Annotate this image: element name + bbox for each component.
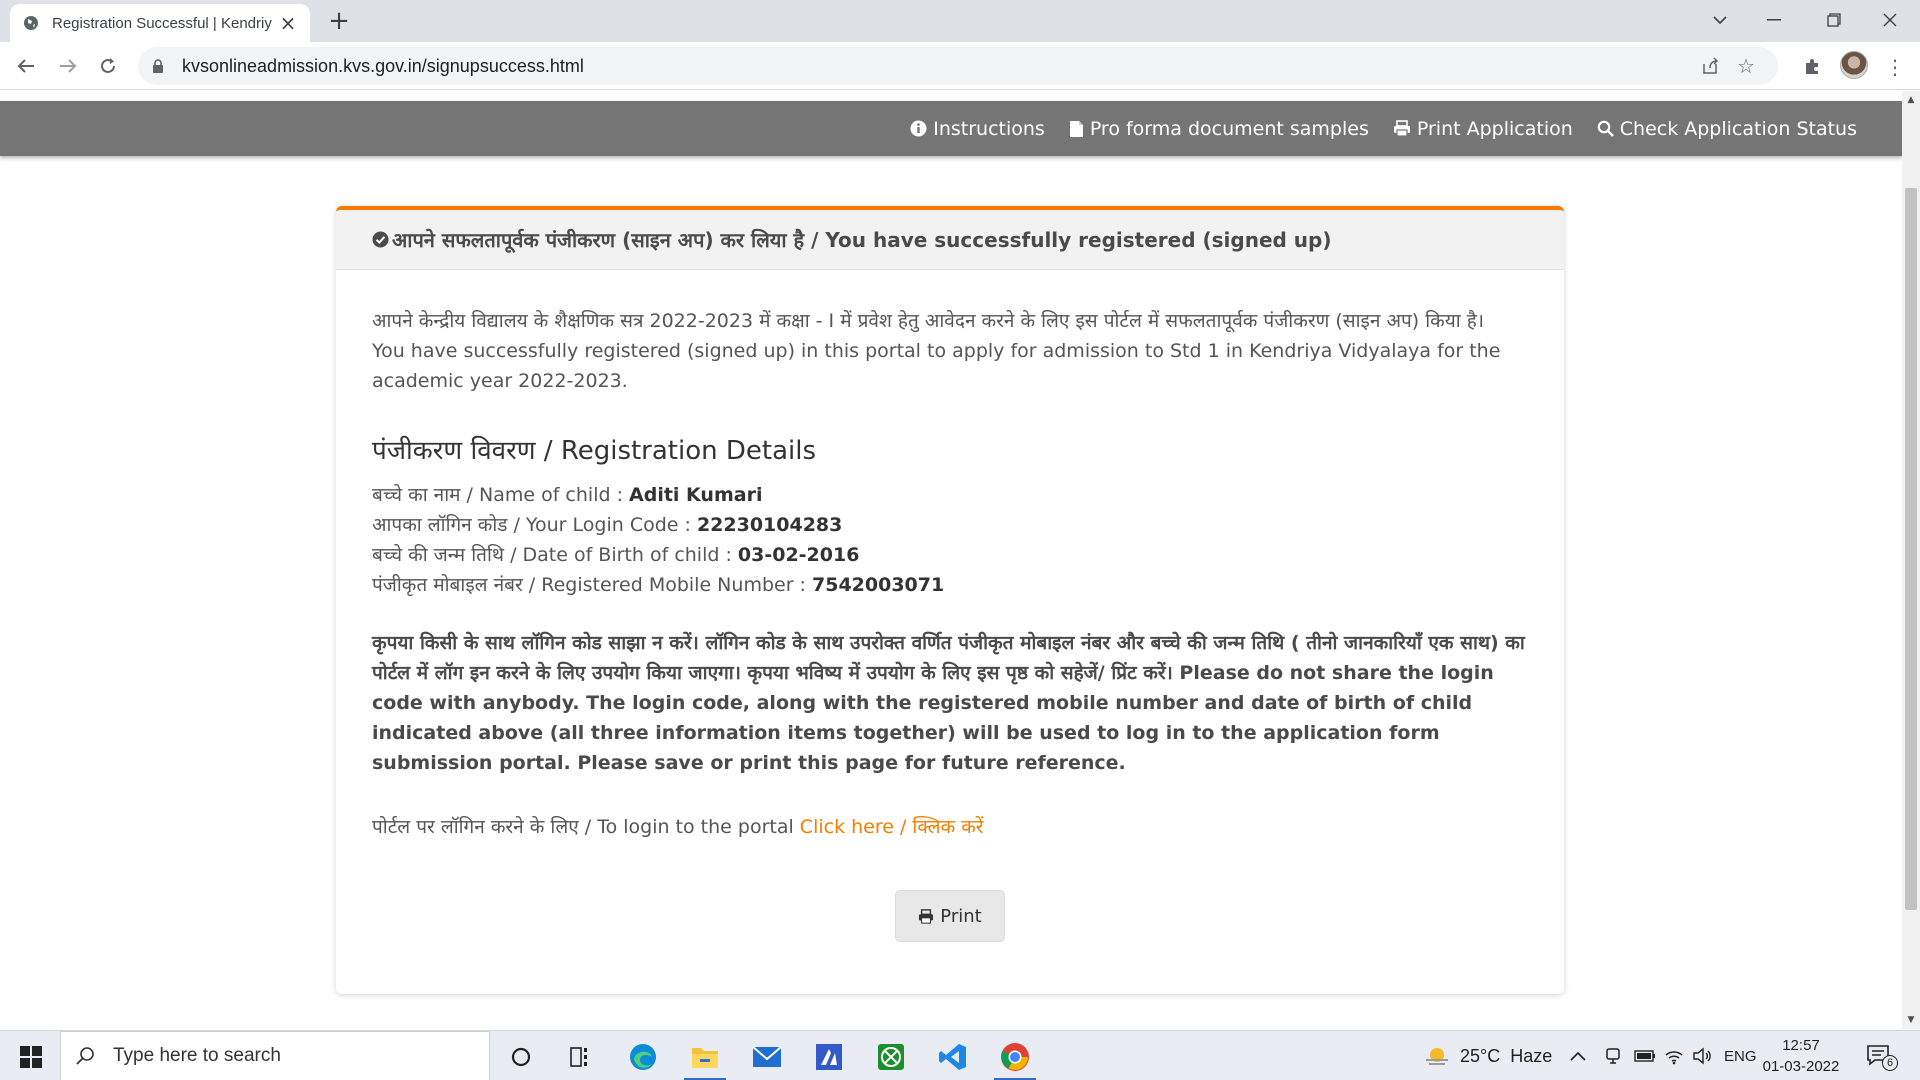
taskbar-search-placeholder: Type here to search	[113, 1045, 281, 1066]
show-hidden-icons-chevron-icon[interactable]	[1570, 1031, 1586, 1080]
detail-label: आपका लॉगिन कोड / Your Login Code :	[372, 514, 697, 536]
print-icon	[1393, 120, 1411, 137]
mail-icon[interactable]	[740, 1035, 794, 1079]
detail-dob: बच्चे की जन्म तिथि / Date of Birth of ch…	[372, 540, 1528, 570]
intro-paragraph: आपने केन्द्रीय विद्यालय के शैक्षणिक सत्र…	[372, 306, 1528, 396]
browser-toolbar: kvsonlineadmission.kvs.gov.in/signupsucc…	[0, 42, 1920, 90]
back-arrow-icon[interactable]	[10, 50, 42, 82]
nav-proforma-label: Pro forma document samples	[1089, 117, 1369, 140]
detail-child-name: बच्चे का नाम / Name of child : Aditi Kum…	[372, 480, 1528, 510]
vscode-icon[interactable]	[926, 1035, 980, 1079]
xbox-icon[interactable]	[864, 1035, 918, 1079]
search-icon	[75, 1044, 99, 1068]
share-icon[interactable]	[1692, 51, 1728, 81]
meet-now-icon[interactable]	[1604, 1031, 1622, 1080]
forward-arrow-icon[interactable]	[52, 50, 84, 82]
nav-check-status[interactable]: Check Application Status	[1597, 118, 1857, 140]
minimize-icon[interactable]	[1746, 0, 1802, 40]
scroll-up-icon[interactable]: ▲	[1902, 91, 1920, 109]
edge-icon[interactable]	[616, 1035, 670, 1079]
profile-avatar[interactable]	[1840, 51, 1868, 79]
site-navbar: Instructions Pro forma document samples …	[0, 101, 1902, 156]
detail-value: 22230104283	[696, 514, 843, 536]
notification-count-badge: 6	[1882, 1055, 1898, 1071]
app-icon[interactable]	[802, 1035, 856, 1079]
nav-check-status-label: Check Application Status	[1619, 117, 1857, 140]
print-button[interactable]: Print	[895, 890, 1005, 942]
search-icon	[1597, 120, 1614, 137]
detail-label: बच्चे की जन्म तिथि / Date of Birth of ch…	[372, 544, 738, 566]
nav-print-label: Print Application	[1416, 117, 1573, 140]
cortana-icon[interactable]	[494, 1035, 548, 1079]
card-body: आपने केन्द्रीय विद्यालय के शैक्षणिक सत्र…	[336, 270, 1564, 842]
page-scrollbar[interactable]: ▲ ▼	[1902, 91, 1920, 1029]
windows-start-icon[interactable]	[8, 1037, 54, 1077]
notification-center-icon[interactable]: 6	[1866, 1031, 1898, 1080]
tab-search-icon[interactable]	[1692, 0, 1748, 40]
language-indicator[interactable]: ENG	[1724, 1031, 1757, 1080]
taskbar-clock[interactable]: 12:57 01-03-2022	[1756, 1035, 1846, 1077]
card-header: आपने सफलतापूर्वक पंजीकरण (साइन अप) कर लि…	[336, 210, 1564, 270]
registration-details-heading: पंजीकरण विवरण / Registration Details	[372, 436, 817, 466]
card-header-title: आपने सफलतापूर्वक पंजीकरण (साइन अप) कर लि…	[392, 228, 1332, 252]
detail-value: 7542003071	[812, 574, 945, 596]
tab-title: Registration Successful | Kendriya	[52, 14, 272, 32]
close-tab-icon[interactable]: ×	[278, 11, 298, 35]
scroll-down-icon[interactable]: ▼	[1902, 1011, 1920, 1029]
registration-success-card: आपने सफलतापूर्वक पंजीकरण (साइन अप) कर लि…	[336, 206, 1564, 994]
url-text[interactable]: kvsonlineadmission.kvs.gov.in/signupsucc…	[182, 56, 1692, 77]
nav-instructions[interactable]: Instructions	[910, 118, 1045, 140]
intro-hindi: आपने केन्द्रीय विद्यालय के शैक्षणिक सत्र…	[372, 310, 1485, 332]
file-explorer-icon[interactable]	[678, 1035, 732, 1080]
battery-icon[interactable]	[1634, 1031, 1656, 1080]
address-bar[interactable]: kvsonlineadmission.kvs.gov.in/signupsucc…	[138, 47, 1778, 85]
detail-value: Aditi Kumari	[629, 484, 763, 506]
scrollbar-thumb[interactable]	[1905, 188, 1917, 910]
weather-widget[interactable]: 25°C Haze	[1424, 1031, 1552, 1080]
detail-mobile: पंजीकृत मोबाइल नंबर / Registered Mobile …	[372, 570, 1528, 600]
volume-icon[interactable]	[1692, 1031, 1712, 1080]
taskbar-search-box[interactable]: Type here to search	[60, 1031, 490, 1080]
print-icon	[918, 908, 934, 924]
task-view-icon[interactable]	[554, 1035, 608, 1079]
weather-text: 25°C Haze	[1460, 1045, 1553, 1066]
wifi-icon[interactable]	[1664, 1031, 1684, 1080]
new-tab-icon[interactable]: +	[324, 6, 354, 36]
print-button-label: Print	[940, 905, 982, 927]
reload-icon[interactable]	[92, 50, 124, 82]
clock-time: 12:57	[1782, 1037, 1820, 1054]
close-window-icon[interactable]	[1862, 0, 1918, 40]
nav-instructions-label: Instructions	[933, 117, 1045, 140]
intro-english: You have successfully registered (signed…	[372, 340, 1501, 392]
browser-tabstrip: Registration Successful | Kendriya × +	[0, 0, 1920, 42]
detail-label: पंजीकृत मोबाइल नंबर / Registered Mobile …	[372, 574, 812, 596]
login-text: पोर्टल पर लॉगिन करने के लिए / To login t…	[372, 816, 800, 838]
security-warning: कृपया किसी के साथ लॉगिन कोड साझा न करें।…	[372, 632, 1525, 774]
menu-kebab-icon[interactable]: ⋮	[1880, 52, 1910, 82]
check-circle-icon	[372, 231, 390, 249]
login-link[interactable]: Click here / क्लिक करें	[800, 816, 984, 838]
detail-login-code: आपका लॉगिन कोड / Your Login Code : 22230…	[372, 510, 1528, 540]
browser-tab[interactable]: Registration Successful | Kendriya ×	[10, 4, 310, 42]
restore-icon[interactable]	[1806, 0, 1862, 40]
print-button-wrap: Print	[336, 890, 1564, 942]
bookmark-star-icon[interactable]: ☆	[1728, 51, 1764, 81]
weather-haze-icon	[1424, 1045, 1450, 1067]
globe-icon	[22, 14, 40, 32]
detail-value: 03-02-2016	[737, 544, 860, 566]
detail-label: बच्चे का नाम / Name of child :	[372, 484, 630, 506]
page-viewport: Instructions Pro forma document samples …	[0, 91, 1902, 1029]
file-icon	[1069, 120, 1084, 138]
lock-icon[interactable]	[152, 57, 166, 75]
clock-date: 01-03-2022	[1762, 1058, 1840, 1075]
login-line: पोर्टल पर लॉगिन करने के लिए / To login t…	[372, 812, 1528, 842]
chrome-icon[interactable]	[988, 1035, 1042, 1080]
windows-taskbar: Type here to search 25°C Haze ENG 12:57 …	[0, 1030, 1920, 1080]
extensions-icon[interactable]	[1797, 52, 1827, 82]
nav-proforma-samples[interactable]: Pro forma document samples	[1069, 118, 1369, 140]
language-text: ENG	[1724, 1047, 1757, 1065]
info-circle-icon	[910, 120, 927, 137]
nav-print-application[interactable]: Print Application	[1393, 118, 1573, 140]
